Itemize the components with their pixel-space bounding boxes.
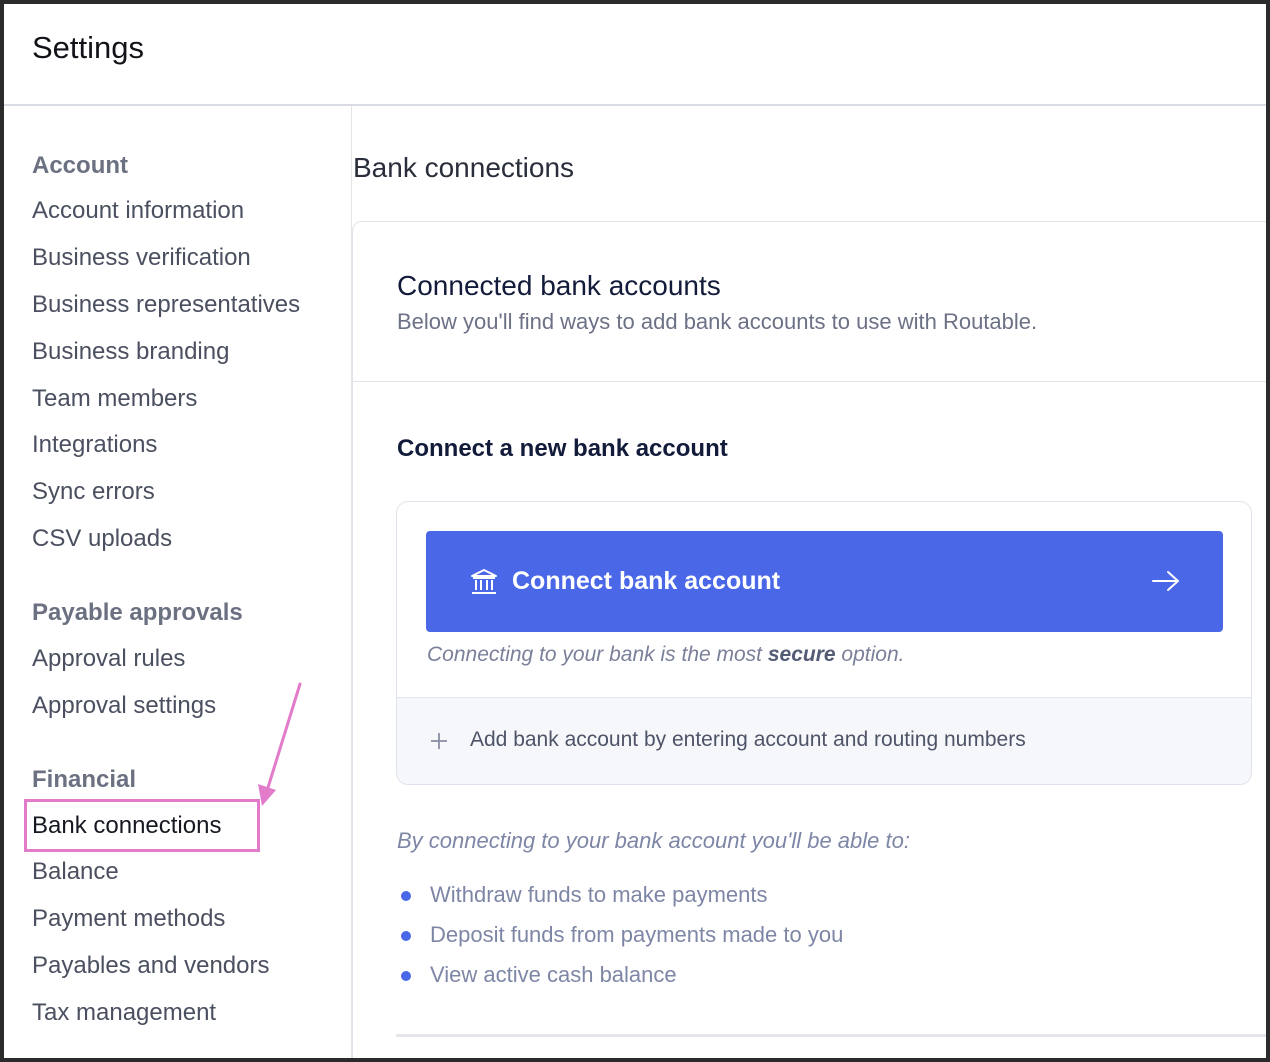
connect-bank-card: Connect bank account Connecting to your … (396, 501, 1252, 785)
sidebar-heading-financial: Financial (32, 766, 137, 793)
settings-sidebar: Account Account information Business ver… (4, 106, 352, 1058)
list-item: Deposit funds from payments made to you (397, 922, 843, 962)
sidebar-item-payables-and-vendors[interactable]: Payables and vendors (32, 952, 270, 980)
page-header-title: Settings (32, 30, 145, 65)
benefit-text: View active cash balance (430, 962, 677, 987)
sidebar-item-team-members[interactable]: Team members (32, 385, 197, 413)
sidebar-item-tax-management[interactable]: Tax management (32, 999, 216, 1027)
app-window: Settings Account Account information Bus… (0, 0, 1270, 1062)
sidebar-item-csv-uploads[interactable]: CSV uploads (32, 525, 172, 553)
arrow-right-icon (1152, 571, 1179, 591)
list-item: View active cash balance (397, 962, 843, 1002)
panel-header: Connected bank accounts Below you'll fin… (353, 222, 1266, 382)
benefit-text: Deposit funds from payments made to you (430, 922, 844, 947)
panel-title: Connected bank accounts (397, 270, 721, 301)
sidebar-item-approval-rules[interactable]: Approval rules (32, 645, 185, 673)
list-item: Withdraw funds to make payments (397, 882, 843, 922)
secure-option-note: Connecting to your bank is the most secu… (427, 643, 904, 667)
sidebar-item-integrations[interactable]: Integrations (32, 431, 157, 459)
benefits-list: Withdraw funds to make payments Deposit … (397, 882, 843, 1002)
section-divider (396, 1034, 1266, 1037)
connect-bank-account-button[interactable]: Connect bank account (426, 531, 1223, 632)
panel-subtitle: Below you'll find ways to add bank accou… (397, 309, 1038, 334)
connect-bank-account-label: Connect bank account (512, 567, 781, 595)
sidebar-item-payment-methods[interactable]: Payment methods (32, 905, 225, 933)
secure-note-emphasis: secure (767, 643, 836, 666)
sidebar-item-business-branding[interactable]: Business branding (32, 338, 229, 366)
connect-section-title: Connect a new bank account (397, 435, 728, 462)
add-bank-account-manually-button[interactable]: Add bank account by entering account and… (397, 697, 1251, 784)
bank-icon (471, 569, 497, 594)
sidebar-item-sync-errors[interactable]: Sync errors (32, 478, 155, 506)
plus-icon (431, 733, 447, 749)
benefit-text: Withdraw funds to make payments (430, 882, 768, 907)
secure-note-text-start: Connecting to your bank is the most (427, 643, 768, 666)
sidebar-item-business-representatives[interactable]: Business representatives (32, 291, 300, 319)
main-content: Bank connections Connected bank accounts… (352, 106, 1266, 1058)
sidebar-item-approval-settings[interactable]: Approval settings (32, 692, 216, 720)
sidebar-item-account-information[interactable]: Account information (32, 197, 244, 225)
page-title: Bank connections (353, 152, 575, 183)
bank-connections-panel: Connected bank accounts Below you'll fin… (352, 221, 1266, 1058)
top-bar: Settings (4, 4, 1266, 106)
sidebar-heading-payable-approvals: Payable approvals (32, 599, 243, 626)
sidebar-heading-account: Account (32, 152, 128, 179)
bullet-icon (401, 931, 411, 941)
bullet-icon (401, 891, 411, 901)
bullet-icon (401, 971, 411, 981)
annotation-highlight-box (24, 799, 260, 852)
benefits-intro: By connecting to your bank account you'l… (397, 828, 910, 853)
secure-note-text-end: option. (835, 643, 905, 666)
sidebar-item-business-verification[interactable]: Business verification (32, 244, 251, 272)
add-bank-account-manually-label: Add bank account by entering account and… (470, 728, 1026, 751)
annotation-arrow-icon (258, 682, 302, 806)
sidebar-item-balance[interactable]: Balance (32, 858, 119, 886)
